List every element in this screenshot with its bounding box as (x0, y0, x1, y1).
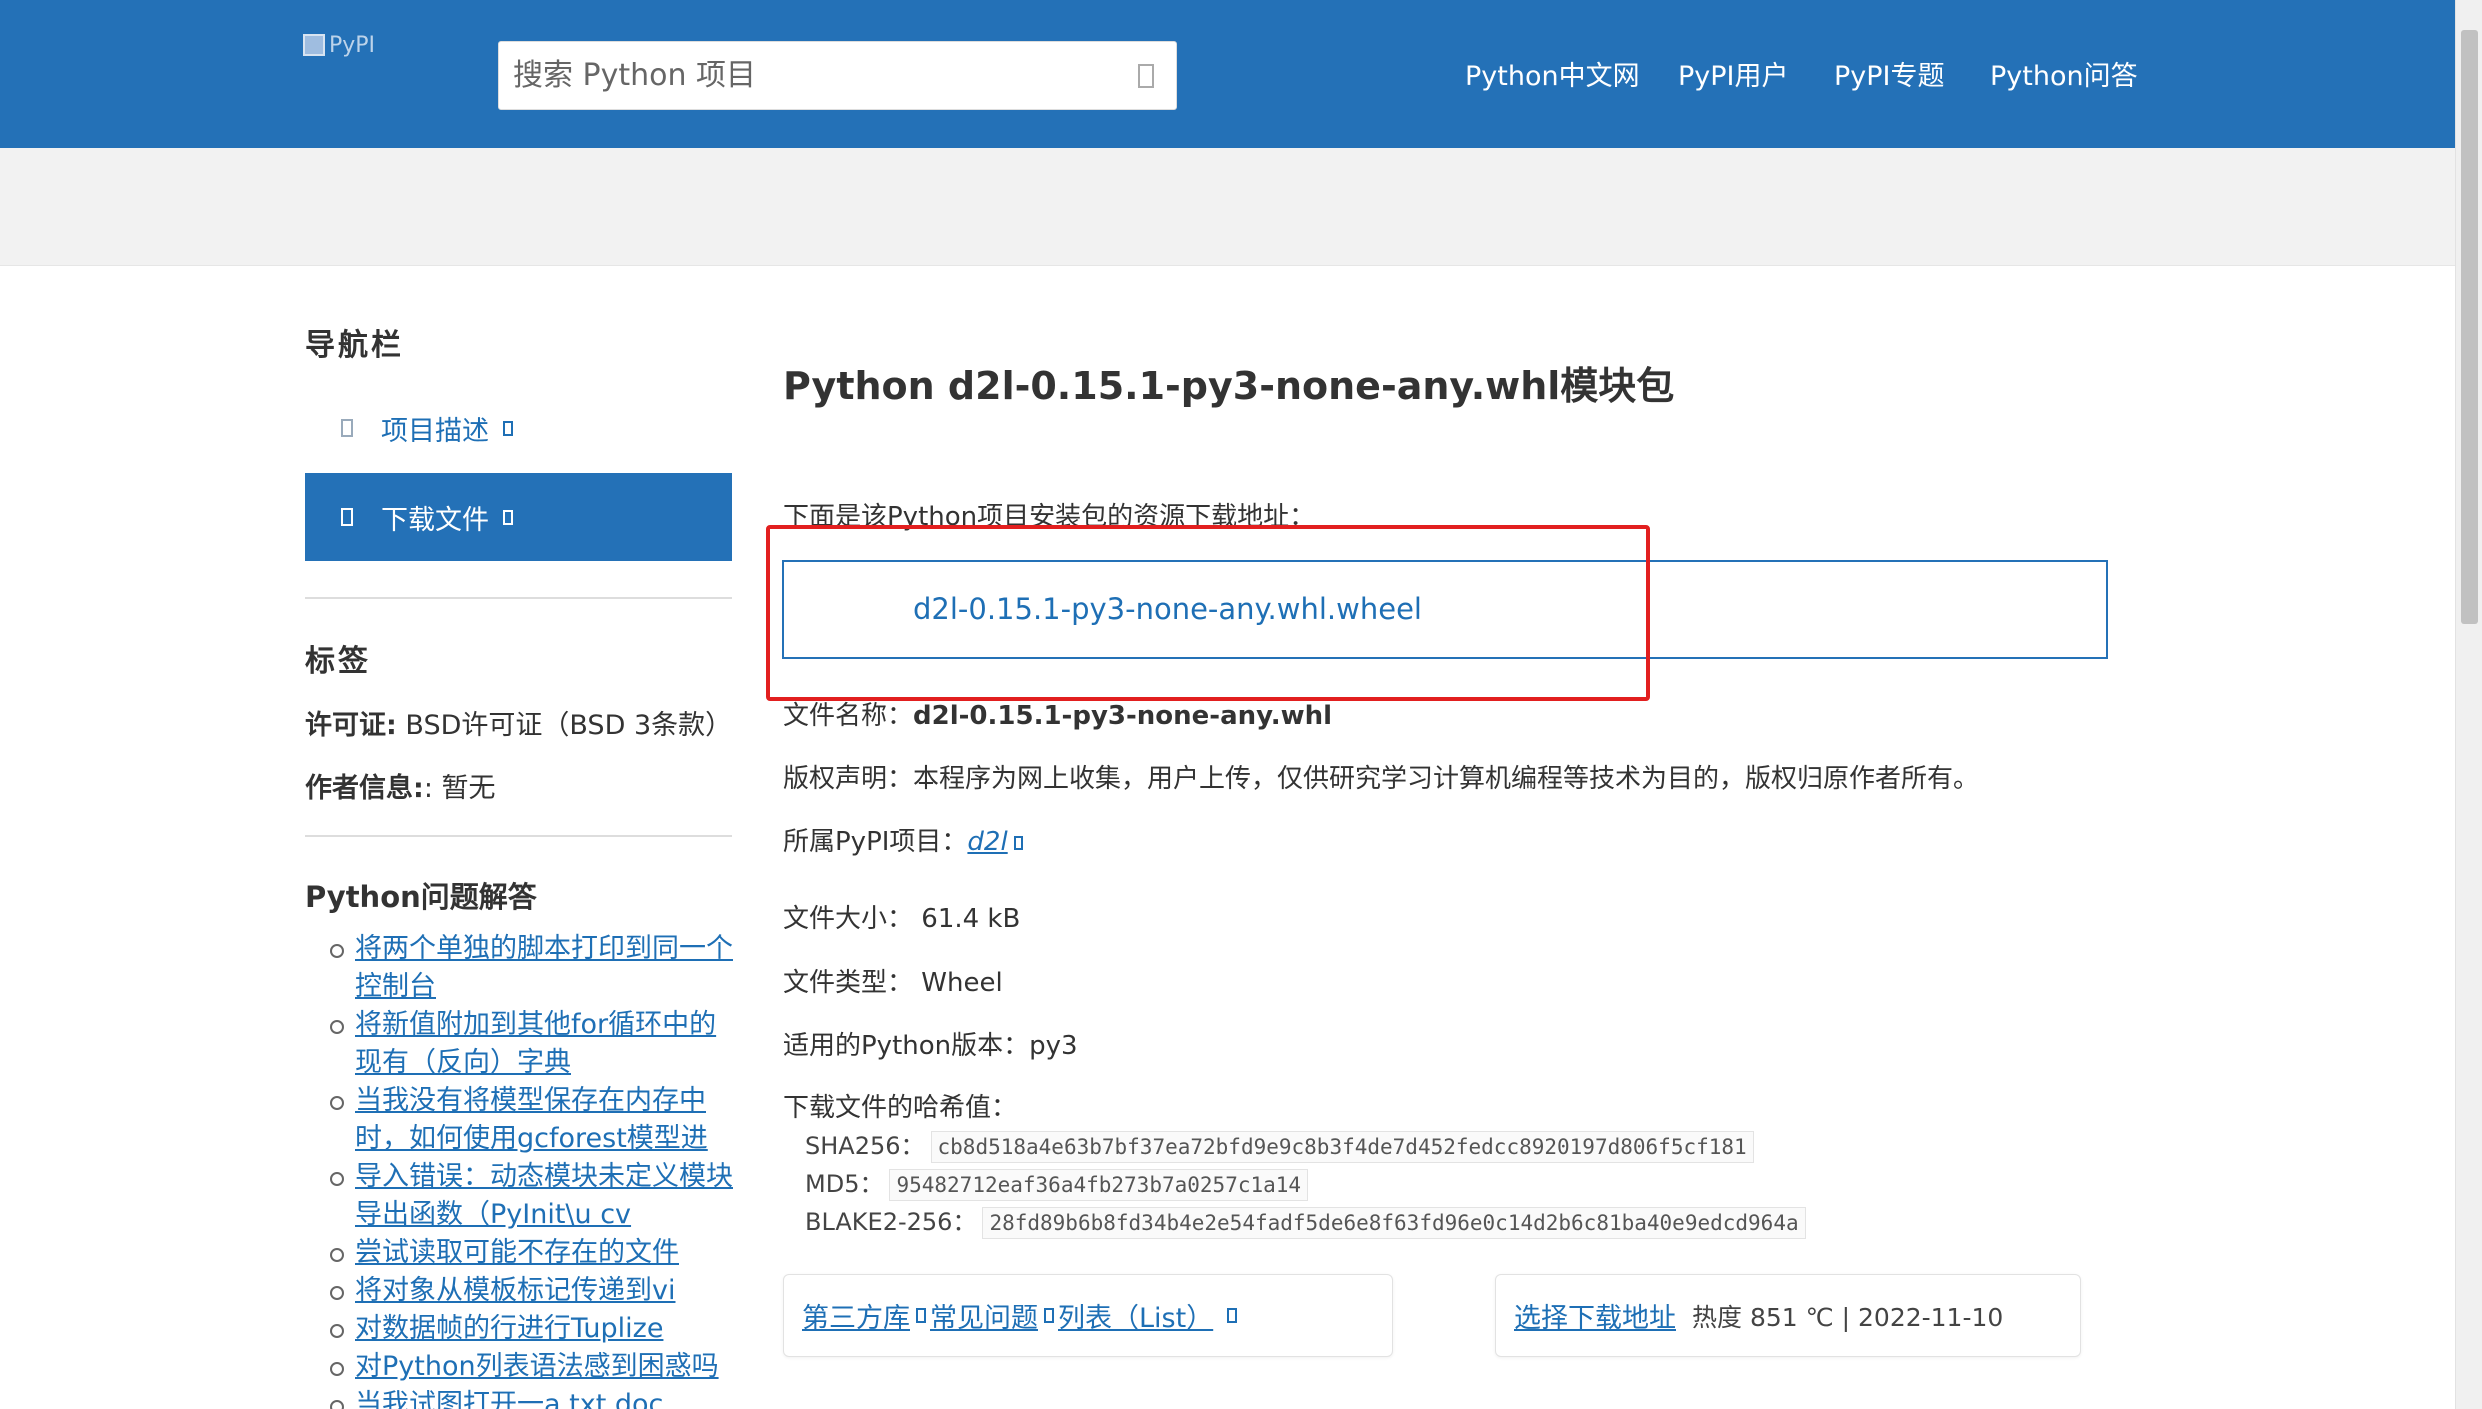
size-row: 文件大小： 61.4 kB (783, 898, 1020, 935)
related-links-card: 第三方库 常见问题 列表（List） (783, 1274, 1393, 1357)
logo-alt-text: PyPI (329, 32, 376, 58)
filename-value: d2l-0.15.1-py3-none-any.whl (913, 701, 1333, 731)
sidebar-divider (305, 597, 732, 599)
choose-download-link[interactable]: 选择下载地址 (1514, 1296, 1676, 1335)
blake2-value: 28fd89b6b8fd34b4e2e54fadf5de6e8f63fd96e0… (982, 1207, 1806, 1239)
top-navbar: PyPI Python中文网 PyPI用户 PyPI专题 Python问答 (0, 0, 2455, 148)
blake2-label: BLAKE2-256： (805, 1208, 977, 1236)
qa-link[interactable]: 将两个单独的脚本打印到同一个控制台 (355, 933, 733, 1002)
license-value: BSD许可证（BSD 3条款） (405, 710, 733, 741)
external-link-icon (1013, 836, 1023, 850)
project-label: 所属PyPI项目： (783, 827, 968, 857)
size-label: 文件大小： (783, 904, 914, 934)
list-item: 导入错误：动态模块未定义模块导出函数（PyInit\u cv (305, 1158, 735, 1234)
nav-python-cn[interactable]: Python中文网 (1465, 54, 1640, 93)
list-item: 对数据帧的行进行Tuplize (305, 1310, 735, 1348)
list-item: 将两个单独的脚本打印到同一个控制台 (305, 930, 735, 1006)
broken-image-icon (303, 34, 325, 56)
pyver-label: 适用的Python版本： (783, 1031, 1030, 1061)
sidebar-divider (305, 835, 732, 837)
list-item: 当我没有将模型保存在内存中时，如何使用gcforest模型进 (305, 1082, 735, 1158)
sidebar-item-description[interactable]: 项目描述 (305, 384, 732, 472)
link-third-party[interactable]: 第三方库 (802, 1296, 910, 1335)
nav-pypi-topics[interactable]: PyPI专题 (1834, 54, 1945, 93)
project-link[interactable]: d2l (967, 827, 1007, 857)
type-value: Wheel (921, 968, 1003, 998)
link-icon (916, 1308, 926, 1323)
qa-link[interactable]: 当我没有将模型保存在内存中时，如何使用gcforest模型进 (355, 1085, 708, 1154)
page-scrollbar[interactable] (2455, 0, 2482, 1409)
type-row: 文件类型： Wheel (783, 962, 1003, 999)
qa-title: Python问题解答 (305, 880, 537, 914)
list-item: 当我试图打开一a.txt.doc (305, 1386, 735, 1409)
tags-title: 标签 (305, 644, 371, 679)
anchor-icon (503, 509, 513, 525)
list-item: 尝试读取可能不存在的文件 (305, 1234, 735, 1272)
blake2-row: BLAKE2-256： 28fd89b6b8fd34b4e2e54fadf5de6… (805, 1202, 1806, 1239)
size-value: 61.4 kB (921, 904, 1021, 934)
page-title: Python d2l-0.15.1-py3-none-any.whl模块包 (783, 364, 1675, 408)
copyright-notice: 版权声明：本程序为网上收集，用户上传，仅供研究学习计算机编程等技术为目的，版权归… (783, 764, 1980, 794)
list-item: 对Python列表语法感到困惑吗 (305, 1348, 735, 1386)
download-icon (341, 508, 353, 526)
link-icon (1044, 1308, 1054, 1323)
author-label: 作者信息: (305, 773, 424, 804)
scrollbar-thumb[interactable] (2461, 30, 2478, 624)
nav-pypi-users[interactable]: PyPI用户 (1678, 54, 1789, 93)
filename-label: 文件名称： (783, 701, 914, 731)
link-icon (1227, 1308, 1238, 1323)
banner-band (0, 148, 2455, 266)
author-info: 作者信息:: 暂无 (305, 766, 496, 805)
anchor-icon (503, 420, 513, 436)
link-list[interactable]: 列表（List） (1058, 1296, 1213, 1335)
doc-icon (341, 419, 353, 437)
sidebar-item-download[interactable]: 下载文件 (305, 473, 732, 561)
project-row: 所属PyPI项目：d2l (783, 821, 1023, 858)
qa-list: 将两个单独的脚本打印到同一个控制台 将新值附加到其他for循环中的现有（反向）字… (305, 930, 735, 1409)
qa-link[interactable]: 尝试读取可能不存在的文件 (355, 1237, 679, 1268)
license-info: 许可证: BSD许可证（BSD 3条款） (305, 703, 732, 742)
type-label: 文件类型： (783, 968, 914, 998)
list-item: 将对象从模板标记传递到vi (305, 1272, 735, 1310)
download-choice-card: 选择下载地址 热度 851 ℃ | 2022-11-10 (1495, 1274, 2081, 1357)
qa-link[interactable]: 对数据帧的行进行Tuplize (355, 1313, 663, 1344)
nav-python-qa[interactable]: Python问答 (1990, 54, 2138, 93)
qa-link[interactable]: 导入错误：动态模块未定义模块导出函数（PyInit\u cv (355, 1161, 733, 1230)
sidebar-item-label: 项目描述 (381, 415, 489, 447)
md5-row: MD5： 95482712eaf36a4fb273b7a0257c1a14 (805, 1164, 1309, 1201)
search-input[interactable] (499, 42, 1099, 109)
hash-title: 下载文件的哈希值： (783, 1093, 1018, 1123)
highlight-box (766, 525, 1650, 701)
list-item: 将新值附加到其他for循环中的现有（反向）字典 (305, 1006, 735, 1082)
qa-link[interactable]: 将新值附加到其他for循环中的现有（反向）字典 (355, 1009, 716, 1078)
md5-value: 95482712eaf36a4fb273b7a0257c1a14 (889, 1169, 1309, 1201)
filename-row: 文件名称：d2l-0.15.1-py3-none-any.whl (783, 695, 1332, 732)
license-label: 许可证: (305, 710, 397, 741)
author-value: : 暂无 (423, 773, 496, 804)
sha256-value: cb8d518a4e63b7bf37ea72bfd9e9c8b3f4de7d45… (930, 1131, 1754, 1163)
pypi-logo[interactable]: PyPI (303, 28, 393, 62)
link-faq[interactable]: 常见问题 (930, 1296, 1038, 1335)
qa-link[interactable]: 对Python列表语法感到困惑吗 (355, 1351, 719, 1382)
sidebar-nav-title: 导航栏 (305, 328, 404, 363)
heat-and-date: 热度 851 ℃ | 2022-11-10 (1692, 1302, 2004, 1332)
search-box (498, 41, 1177, 110)
sha256-label: SHA256： (805, 1132, 925, 1160)
pyver-value: py3 (1029, 1031, 1078, 1061)
qa-link[interactable]: 将对象从模板标记传递到vi (355, 1275, 675, 1306)
md5-label: MD5： (805, 1170, 884, 1198)
sha256-row: SHA256： cb8d518a4e63b7bf37ea72bfd9e9c8b3f… (805, 1126, 1754, 1163)
qa-link[interactable]: 当我试图打开一a.txt.doc (355, 1389, 663, 1409)
pyver-row: 适用的Python版本：py3 (783, 1025, 1078, 1062)
search-icon[interactable] (1138, 64, 1154, 88)
sidebar-item-label: 下载文件 (381, 504, 489, 536)
